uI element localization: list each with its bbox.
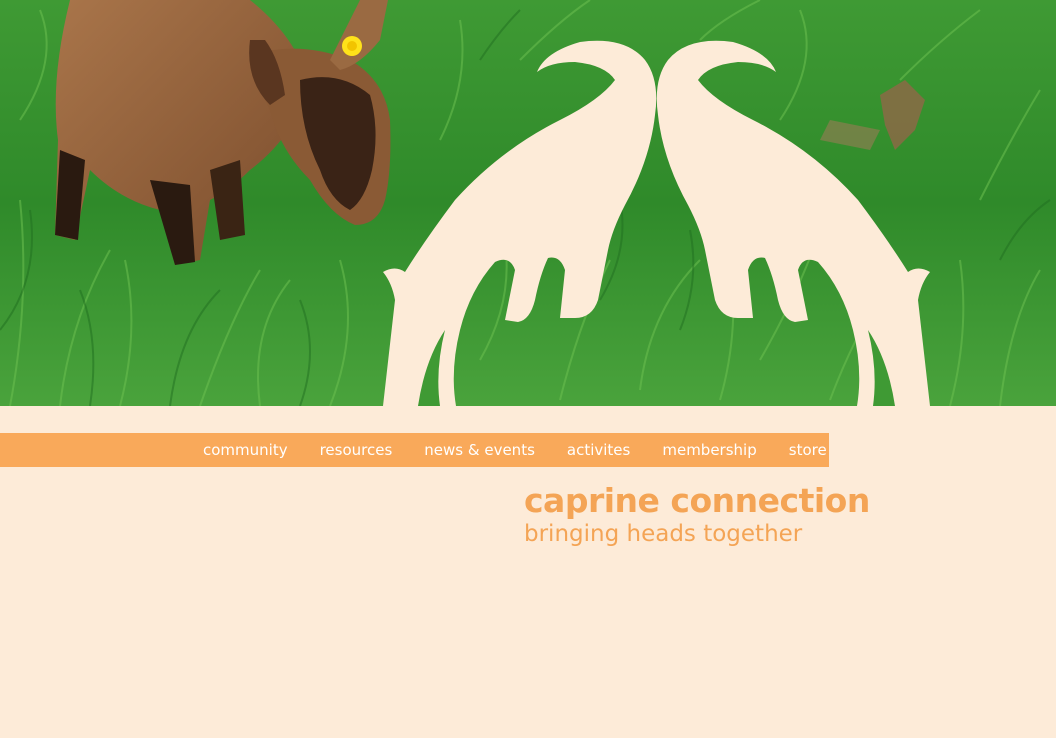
nav-item-activites[interactable]: activites [551,433,646,467]
site-tagline: bringing heads together [524,521,803,547]
nav-item-community[interactable]: community [187,433,304,467]
brand-block: caprine connection bringing heads togeth… [524,481,870,548]
site-title: caprine connection [524,481,870,520]
main-nav: community resources news & events activi… [187,433,843,467]
nav-item-resources[interactable]: resources [304,433,409,467]
nav-item-membership[interactable]: membership [646,433,772,467]
nav-item-news-events[interactable]: news & events [408,433,551,467]
hero-svg [0,0,1056,406]
main-nav-bar: community resources news & events activi… [0,433,829,467]
nav-item-store[interactable]: store [773,433,843,467]
page: community resources news & events activi… [0,0,1056,738]
hero-banner [0,0,1056,406]
